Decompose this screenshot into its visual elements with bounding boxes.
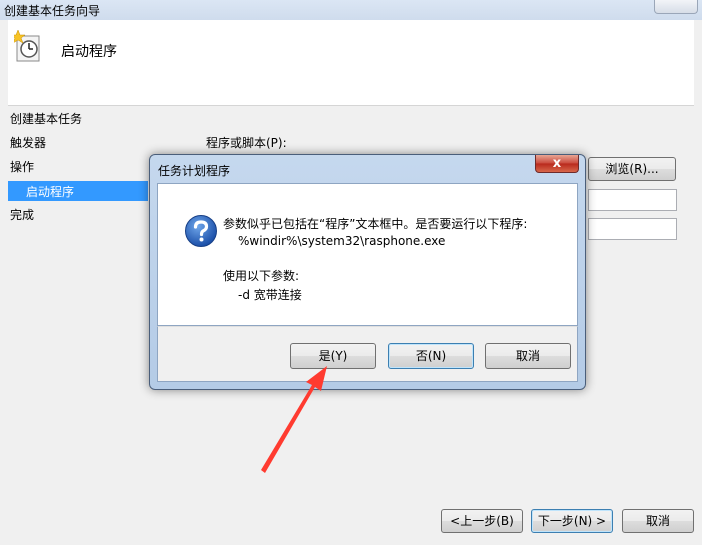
- dialog-cancel-button[interactable]: 取消: [485, 343, 571, 369]
- nav-step-action[interactable]: 操作: [10, 158, 34, 175]
- program-script-label: 程序或脚本(P):: [206, 136, 287, 150]
- window-title: 创建基本任务向导: [4, 4, 101, 18]
- nav-step-start-program[interactable]: 启动程序: [8, 181, 148, 201]
- program-path-text: %windir%\system32\rasphone.exe: [238, 234, 446, 248]
- dialog-title: 任务计划程序: [158, 164, 231, 178]
- close-icon: x: [552, 156, 562, 171]
- scheduled-task-clock-icon: [14, 30, 40, 62]
- wizard-cancel-button[interactable]: 取消: [622, 509, 694, 533]
- yes-button[interactable]: 是(Y): [290, 343, 376, 369]
- question-icon: [185, 215, 217, 247]
- title-bar: 创建基本任务向导: [0, 0, 702, 20]
- nav-step-finish[interactable]: 完成: [10, 206, 34, 223]
- dialog-button-bar: 是(Y) 否(N) 取消: [157, 326, 578, 382]
- params-value: -d 宽带连接: [238, 288, 302, 302]
- task-scheduler-dialog: 任务计划程序 x 参数似乎已包括在“程序”文本框中。是否要运行以下程序: %wi…: [149, 154, 586, 390]
- window-close-button[interactable]: [654, 0, 698, 14]
- wizard-header: 启动程序: [8, 20, 694, 106]
- dialog-message: 参数似乎已包括在“程序”文本框中。是否要运行以下程序:: [223, 217, 528, 231]
- dialog-message-area: 参数似乎已包括在“程序”文本框中。是否要运行以下程序: %windir%\sys…: [157, 183, 578, 326]
- arguments-input[interactable]: [588, 218, 677, 240]
- header-title: 启动程序: [61, 44, 117, 60]
- nav-section-title: 创建基本任务: [10, 112, 83, 126]
- params-label: 使用以下参数:: [223, 269, 300, 283]
- nav-step-start-program-label: 启动程序: [26, 185, 75, 199]
- nav-step-trigger[interactable]: 触发器: [10, 134, 46, 151]
- program-script-input[interactable]: [588, 189, 677, 211]
- browse-button[interactable]: 浏览(R)...: [588, 157, 676, 181]
- back-button[interactable]: <上一步(B): [441, 509, 523, 533]
- dialog-close-button[interactable]: x: [535, 155, 579, 173]
- next-button[interactable]: 下一步(N) >: [531, 509, 613, 533]
- no-button[interactable]: 否(N): [388, 343, 474, 369]
- wizard-step-nav: 创建基本任务 触发器 操作 启动程序 完成: [8, 106, 148, 536]
